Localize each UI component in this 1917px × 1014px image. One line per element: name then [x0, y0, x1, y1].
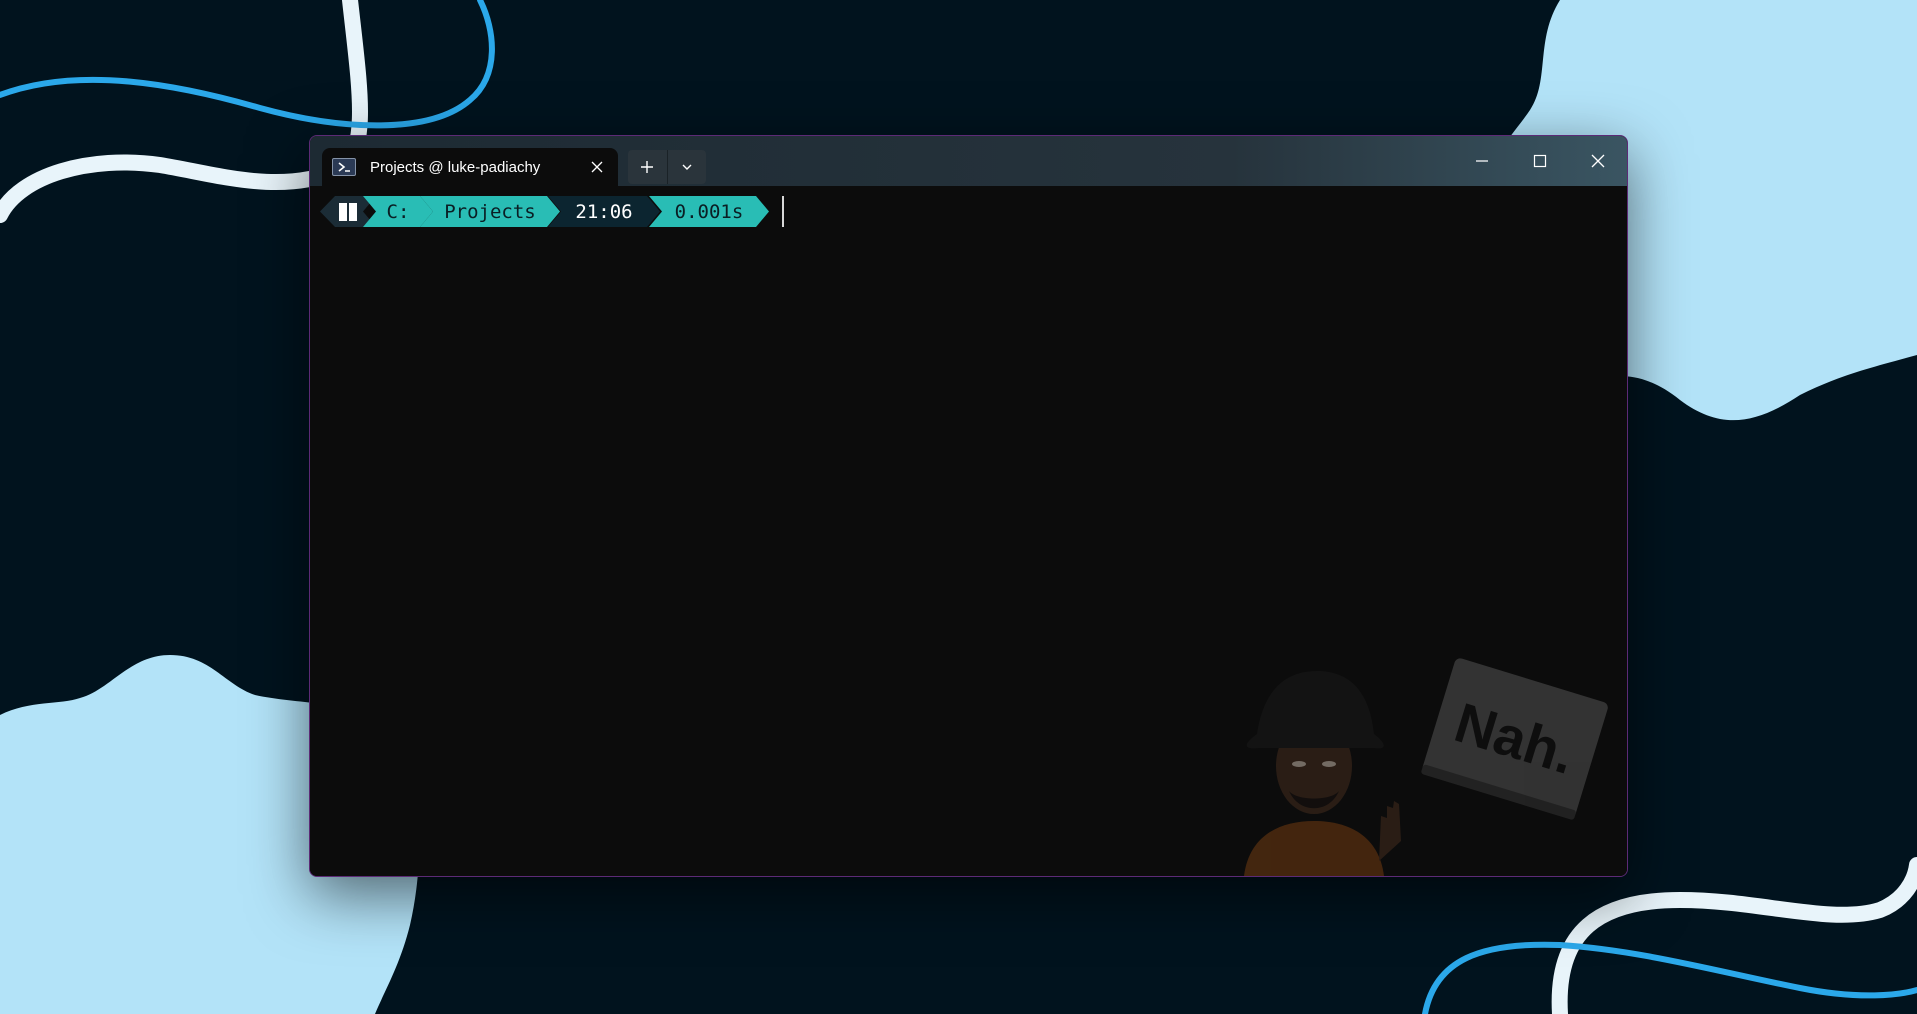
terminal-content[interactable]: C: Projects 21:06 0.001s Nah.	[310, 186, 1627, 876]
terminal-background-image: Nah.	[1244, 658, 1608, 876]
title-bar[interactable]: Projects @ luke-padiachy	[310, 136, 1627, 186]
prompt-drive: C:	[363, 196, 433, 227]
tab-close-icon[interactable]	[582, 152, 612, 182]
prompt-duration: 0.001s	[649, 196, 769, 227]
prompt: C: Projects 21:06 0.001s	[320, 196, 784, 227]
new-tab-group	[628, 150, 706, 184]
windows-icon	[339, 203, 357, 221]
close-icon[interactable]	[1569, 136, 1627, 186]
powershell-icon	[332, 158, 356, 176]
minimize-icon[interactable]	[1453, 136, 1511, 186]
tab-title: Projects @ luke-padiachy	[370, 158, 541, 176]
maximize-icon[interactable]	[1511, 136, 1569, 186]
prompt-time: 21:06	[548, 196, 660, 227]
plus-icon[interactable]	[628, 150, 667, 184]
prompt-path: Projects	[420, 196, 560, 227]
chevron-down-icon[interactable]	[666, 150, 707, 184]
text-cursor	[782, 196, 784, 227]
terminal-window: Projects @ luke-padiachy C: Projects 21:…	[309, 135, 1628, 877]
tab-projects[interactable]: Projects @ luke-padiachy	[322, 148, 618, 186]
